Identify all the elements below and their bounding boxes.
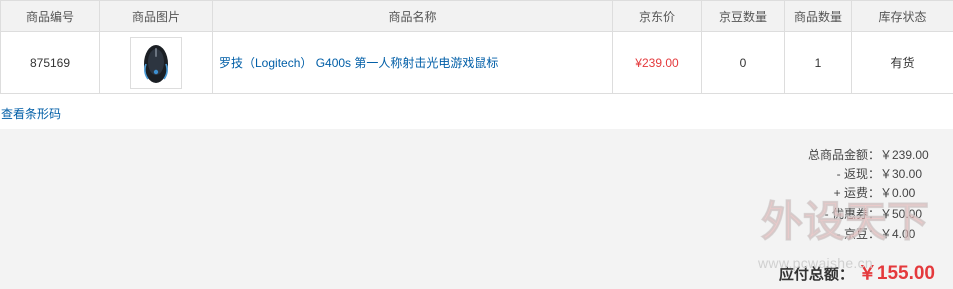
goods-total-label: 总商品金额： xyxy=(807,148,880,162)
col-header-item-id: 商品编号 xyxy=(0,0,100,32)
item-beans-cell: 0 xyxy=(701,31,785,94)
product-thumbnail[interactable] xyxy=(130,36,182,89)
gaming-mouse-icon xyxy=(144,44,168,83)
rebate-label: - 返现： xyxy=(836,167,880,181)
col-header-item-name: 商品名称 xyxy=(212,0,613,32)
product-name-link[interactable]: 罗技（Logitech） G400s 第一人称射击光电游戏鼠标 xyxy=(219,56,498,70)
summary-goods-total: 总商品金额：￥239.00 xyxy=(808,146,935,164)
col-header-beans: 京豆数量 xyxy=(701,0,785,32)
watermark-logo-text: 外设天下 xyxy=(761,197,929,246)
item-stock-cell: 有货 xyxy=(851,31,953,94)
view-barcode-link[interactable]: 查看条形码 xyxy=(1,105,61,122)
goods-total-value: ￥239.00 xyxy=(880,148,929,162)
watermark-logo: 外设天下 xyxy=(760,197,929,247)
item-id-cell: 875169 xyxy=(0,31,100,94)
item-name-cell: 罗技（Logitech） G400s 第一人称射击光电游戏鼠标 xyxy=(212,31,613,94)
col-header-item-image: 商品图片 xyxy=(99,0,213,32)
order-items-table: 商品编号 商品图片 商品名称 京东价 京豆数量 商品数量 库存状态 875169 xyxy=(0,0,953,94)
col-header-price: 京东价 xyxy=(612,0,702,32)
item-image-cell xyxy=(99,31,213,94)
col-header-stock: 库存状态 xyxy=(851,0,953,32)
col-header-quantity: 商品数量 xyxy=(784,0,852,32)
table-row: 875169 罗技（Logitech） G400s 第一人称射击光电游戏鼠标 ¥ xyxy=(0,31,953,94)
table-header-row: 商品编号 商品图片 商品名称 京东价 京豆数量 商品数量 库存状态 xyxy=(0,0,953,32)
watermark-url: www.pcwaishe.cn xyxy=(758,255,873,271)
item-quantity-cell: 1 xyxy=(784,31,852,94)
rebate-value: ￥30.00 xyxy=(880,167,923,181)
item-price-cell: ¥239.00 xyxy=(612,31,702,94)
summary-rebate: - 返现：￥30.00 xyxy=(837,165,935,183)
